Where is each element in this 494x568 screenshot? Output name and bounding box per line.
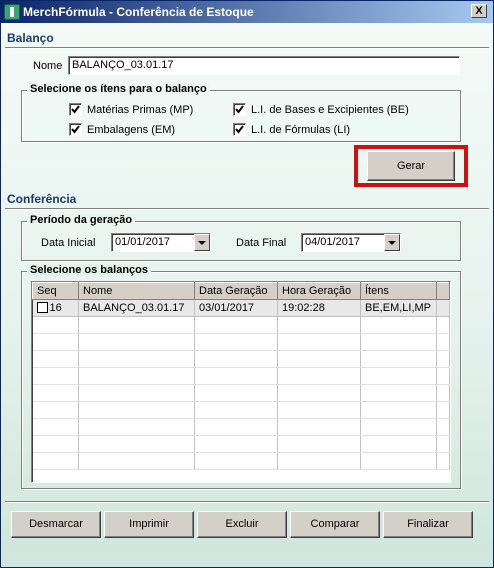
excluir-button[interactable]: Excluir — [197, 511, 287, 538]
cell-itens: BE,EM,LI,MP — [360, 299, 437, 317]
balancos-grid[interactable]: Seq Nome Data Geração Hora Geração Ítens… — [31, 281, 451, 483]
checkbox-materias-primas[interactable] — [69, 103, 82, 116]
checkbox-label-materias-primas: Matérias Primas (MP) — [87, 104, 194, 116]
imprimir-button[interactable]: Imprimir — [104, 511, 194, 538]
section-divider — [5, 208, 489, 210]
itens-group-title: Selecione os ítens para o balanço — [27, 83, 210, 95]
checkmark-icon — [235, 125, 244, 134]
empty-row — [32, 452, 450, 470]
periodo-group-title: Período da geração — [27, 214, 136, 226]
close-button[interactable]: X — [471, 4, 487, 18]
desmarcar-button[interactable]: Desmarcar — [11, 511, 101, 538]
empty-row — [32, 418, 450, 436]
cell-seq: 16 — [32, 299, 79, 317]
balancos-group-title: Selecione os balanços — [27, 264, 151, 276]
column-header-seq[interactable]: Seq — [32, 282, 79, 300]
window-title: MerchFórmula - Conferência de Estoque — [23, 5, 254, 19]
empty-row — [32, 435, 450, 453]
column-header-hora-geracao[interactable]: Hora Geração — [277, 282, 361, 300]
checkbox-formulas[interactable] — [233, 123, 246, 136]
column-header-data-geracao[interactable]: Data Geração — [194, 282, 278, 300]
data-final-dropdown-icon[interactable] — [384, 234, 400, 251]
empty-row — [32, 401, 450, 419]
table-header-row: Seq Nome Data Geração Hora Geração Ítens — [32, 282, 450, 300]
bottom-divider — [5, 501, 489, 503]
nome-input[interactable]: BALANÇO_03.01.17 — [68, 56, 460, 75]
section-title-conferencia: Conferência — [7, 192, 77, 206]
column-header-itens[interactable]: Ítens — [360, 282, 437, 300]
checkbox-bases-excipientes[interactable] — [233, 103, 246, 116]
checkbox-embalagens[interactable] — [69, 123, 82, 136]
cell-data: 03/01/2017 — [194, 299, 278, 317]
checkmark-icon — [235, 105, 244, 114]
data-inicial-label: Data Inicial — [41, 237, 96, 249]
cell-nome: BALANÇO_03.01.17 — [78, 299, 195, 317]
gerar-button[interactable]: Gerar — [367, 151, 455, 181]
comparar-button[interactable]: Comparar — [290, 511, 380, 538]
app-icon — [4, 4, 20, 20]
column-header-filler — [436, 282, 450, 300]
section-title-balanco: Balanço — [7, 31, 54, 45]
main-window: MerchFórmula - Conferência de Estoque X … — [0, 0, 494, 568]
empty-row — [32, 367, 450, 385]
checkbox-label-bases-excipientes: L.I. de Bases e Excipientes (BE) — [251, 104, 409, 116]
checkbox-label-embalagens: Embalagens (EM) — [87, 124, 176, 136]
cell-hora: 19:02:28 — [277, 299, 361, 317]
data-final-label: Data Final — [236, 237, 287, 249]
finalizar-button[interactable]: Finalizar — [383, 511, 473, 538]
empty-row — [32, 333, 450, 351]
cell-filler — [436, 299, 450, 317]
empty-row — [32, 350, 450, 368]
title-bar[interactable]: MerchFórmula - Conferência de Estoque X — [1, 1, 493, 23]
empty-row — [32, 384, 450, 402]
data-inicial-dropdown-icon[interactable] — [194, 234, 210, 251]
column-header-nome[interactable]: Nome — [78, 282, 195, 300]
nome-label: Nome — [33, 60, 63, 72]
checkmark-icon — [71, 105, 80, 114]
table-row[interactable]: 16 BALANÇO_03.01.17 03/01/2017 19:02:28 … — [32, 299, 450, 317]
cell-seq-value: 16 — [49, 302, 62, 314]
checkmark-icon — [71, 125, 80, 134]
empty-row — [32, 316, 450, 334]
balancos-table: Seq Nome Data Geração Hora Geração Ítens… — [32, 282, 450, 470]
section-divider — [5, 47, 489, 49]
checkbox-label-formulas: L.I. de Fórmulas (LI) — [251, 124, 351, 136]
row-checkbox[interactable] — [36, 302, 48, 313]
